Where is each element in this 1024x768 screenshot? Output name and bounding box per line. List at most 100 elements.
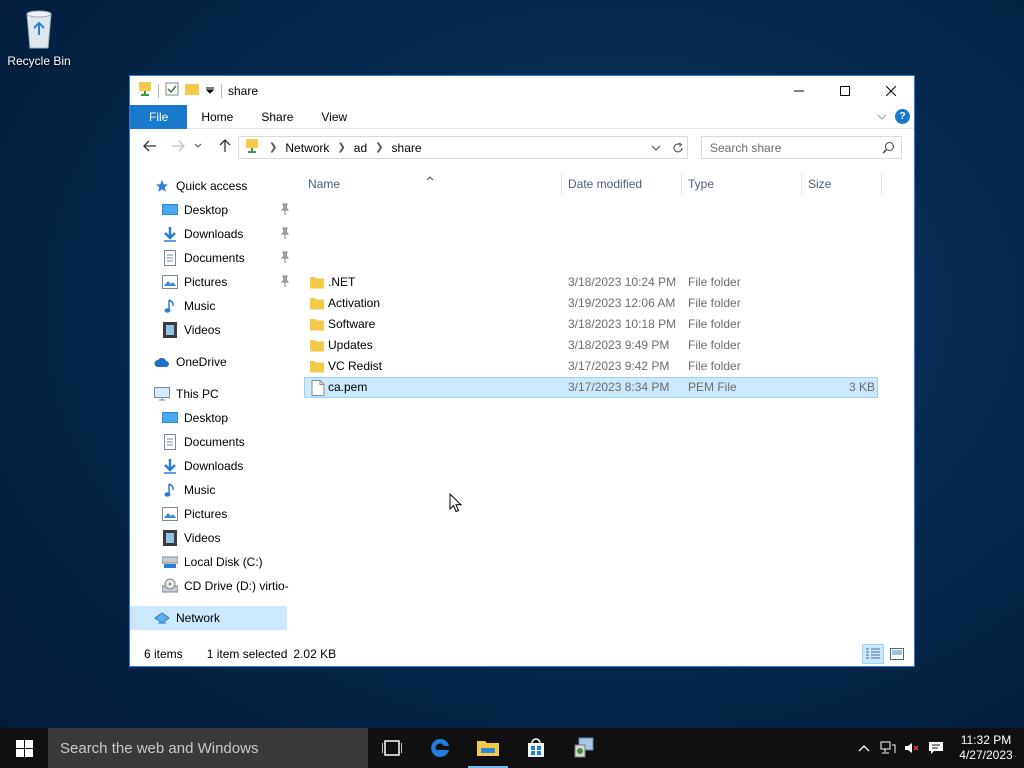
up-button[interactable] <box>215 136 235 156</box>
recent-locations-button[interactable] <box>192 136 204 156</box>
task-view-button[interactable] <box>368 728 416 768</box>
tab-home[interactable]: Home <box>187 105 247 129</box>
breadcrumb-chevron-icon[interactable]: ❯ <box>269 142 277 153</box>
file-row[interactable]: VC Redist 3/17/2023 9:42 PM File folder <box>304 356 878 377</box>
recycle-bin-shortcut[interactable]: Recycle Bin <box>4 6 74 68</box>
volume-button[interactable] <box>900 728 924 768</box>
minimize-button[interactable] <box>776 76 822 105</box>
pin-icon[interactable] <box>280 251 290 266</box>
store-button[interactable] <box>512 728 560 768</box>
cd-drive-icon <box>162 578 178 594</box>
column-header-name[interactable]: Name <box>304 172 562 196</box>
folder-icon <box>310 340 324 352</box>
file-row-selected[interactable]: ca.pem 3/17/2023 8:34 PM PEM File 3 KB <box>304 377 878 398</box>
taskbar-clock[interactable]: 11:32 PM 4/27/2023 <box>948 733 1024 763</box>
details-view-button[interactable] <box>862 644 884 664</box>
tab-file[interactable]: File <box>130 104 188 129</box>
large-icons-view-button[interactable] <box>886 644 908 664</box>
nav-quick-music[interactable]: Music <box>162 294 215 318</box>
download-icon <box>162 458 178 474</box>
network-status-button[interactable] <box>876 728 900 768</box>
nav-quick-downloads[interactable]: Downloads <box>162 222 290 246</box>
maximize-button[interactable] <box>822 76 868 105</box>
qat-dropdown-icon[interactable] <box>205 84 215 98</box>
star-icon <box>154 178 170 194</box>
nav-label: Downloads <box>184 227 244 241</box>
nav-onedrive[interactable]: OneDrive <box>154 350 227 374</box>
music-icon <box>162 482 178 498</box>
video-icon <box>162 530 178 546</box>
folder-icon <box>310 298 324 310</box>
title-bar[interactable]: share <box>130 76 914 105</box>
nav-pc-desktop[interactable]: Desktop <box>162 406 228 430</box>
server-manager-button[interactable] <box>560 728 608 768</box>
help-icon[interactable]: ? <box>895 109 910 124</box>
pin-icon[interactable] <box>280 227 290 242</box>
nav-quick-videos[interactable]: Videos <box>162 318 220 342</box>
nav-local-disk[interactable]: Local Disk (C:) <box>162 550 263 574</box>
network-status-icon <box>880 741 896 754</box>
nav-label: Documents <box>184 251 245 265</box>
show-hidden-icons-button[interactable] <box>852 728 876 768</box>
action-center-button[interactable] <box>924 728 948 768</box>
nav-pc-documents[interactable]: Documents <box>162 430 245 454</box>
column-header-size[interactable]: Size <box>804 172 882 196</box>
expand-ribbon-icon[interactable] <box>877 110 887 124</box>
properties-icon[interactable] <box>165 82 179 99</box>
file-row[interactable]: Updates 3/18/2023 9:49 PM File folder <box>304 335 878 356</box>
nav-label: Music <box>184 483 216 497</box>
taskbar-search-input[interactable]: Search the web and Windows <box>48 728 368 768</box>
nav-quick-access[interactable]: Quick access <box>154 174 247 198</box>
pin-icon[interactable] <box>280 203 290 218</box>
file-date: 3/19/2023 12:06 AM <box>568 296 676 310</box>
nav-quick-pictures[interactable]: Pictures <box>162 270 290 294</box>
qat-separator <box>158 83 159 98</box>
folder-icon <box>310 319 324 331</box>
nav-label: Pictures <box>184 507 228 521</box>
breadcrumb-chevron-icon[interactable]: ❯ <box>337 142 345 153</box>
file-row[interactable]: Software 3/18/2023 10:18 PM File folder <box>304 314 878 335</box>
address-bar[interactable]: ❯ Network ❯ ad ❯ share <box>238 136 688 159</box>
breadcrumb-network[interactable]: Network <box>285 141 329 155</box>
network-location-icon <box>245 138 259 157</box>
column-header-type[interactable]: Type <box>684 172 802 196</box>
address-dropdown-icon[interactable] <box>649 140 663 156</box>
file-row[interactable]: Activation 3/19/2023 12:06 AM File folde… <box>304 293 878 314</box>
file-row[interactable]: .NET 3/18/2023 10:24 PM File folder <box>304 272 878 293</box>
pin-icon[interactable] <box>280 275 290 290</box>
breadcrumb-share[interactable]: share <box>392 141 422 155</box>
document-icon <box>162 250 178 266</box>
item-count: 6 items <box>144 647 183 661</box>
file-date: 3/17/2023 8:34 PM <box>568 380 670 394</box>
nav-quick-desktop[interactable]: Desktop <box>162 198 290 222</box>
close-button[interactable] <box>868 76 914 105</box>
windows-logo-icon <box>15 739 33 757</box>
refresh-button[interactable] <box>668 136 688 159</box>
start-button[interactable] <box>0 728 48 768</box>
nav-pc-pictures[interactable]: Pictures <box>162 502 227 526</box>
nav-pc-music[interactable]: Music <box>162 478 215 502</box>
back-button[interactable] <box>140 136 160 156</box>
search-input[interactable]: Search share <box>701 136 902 159</box>
nav-pc-downloads[interactable]: Downloads <box>162 454 243 478</box>
nav-cd-drive[interactable]: CD Drive (D:) virtio- <box>162 574 289 598</box>
nav-label: CD Drive (D:) virtio- <box>184 579 289 593</box>
nav-network[interactable]: Network <box>130 606 287 630</box>
tab-view[interactable]: View <box>307 105 361 129</box>
taskbar: Search the web and Windows 11:32 PM 4/27… <box>0 728 1024 768</box>
column-label: Type <box>688 177 715 191</box>
breadcrumb-ad[interactable]: ad <box>354 141 367 155</box>
nav-label: Quick access <box>176 179 248 193</box>
new-folder-icon[interactable] <box>185 82 199 99</box>
edge-browser-button[interactable] <box>416 728 464 768</box>
forward-button[interactable] <box>168 136 188 156</box>
column-header-date[interactable]: Date modified <box>564 172 682 196</box>
tab-share[interactable]: Share <box>247 105 307 129</box>
nav-quick-documents[interactable]: Documents <box>162 246 290 270</box>
nav-pc-videos[interactable]: Videos <box>162 526 220 550</box>
breadcrumb-chevron-icon[interactable]: ❯ <box>375 142 383 153</box>
selection-count: 1 item selected <box>206 647 288 661</box>
file-explorer-taskbar-button[interactable] <box>464 728 512 768</box>
search-icon[interactable] <box>882 141 895 157</box>
nav-this-pc[interactable]: This PC <box>154 382 219 406</box>
